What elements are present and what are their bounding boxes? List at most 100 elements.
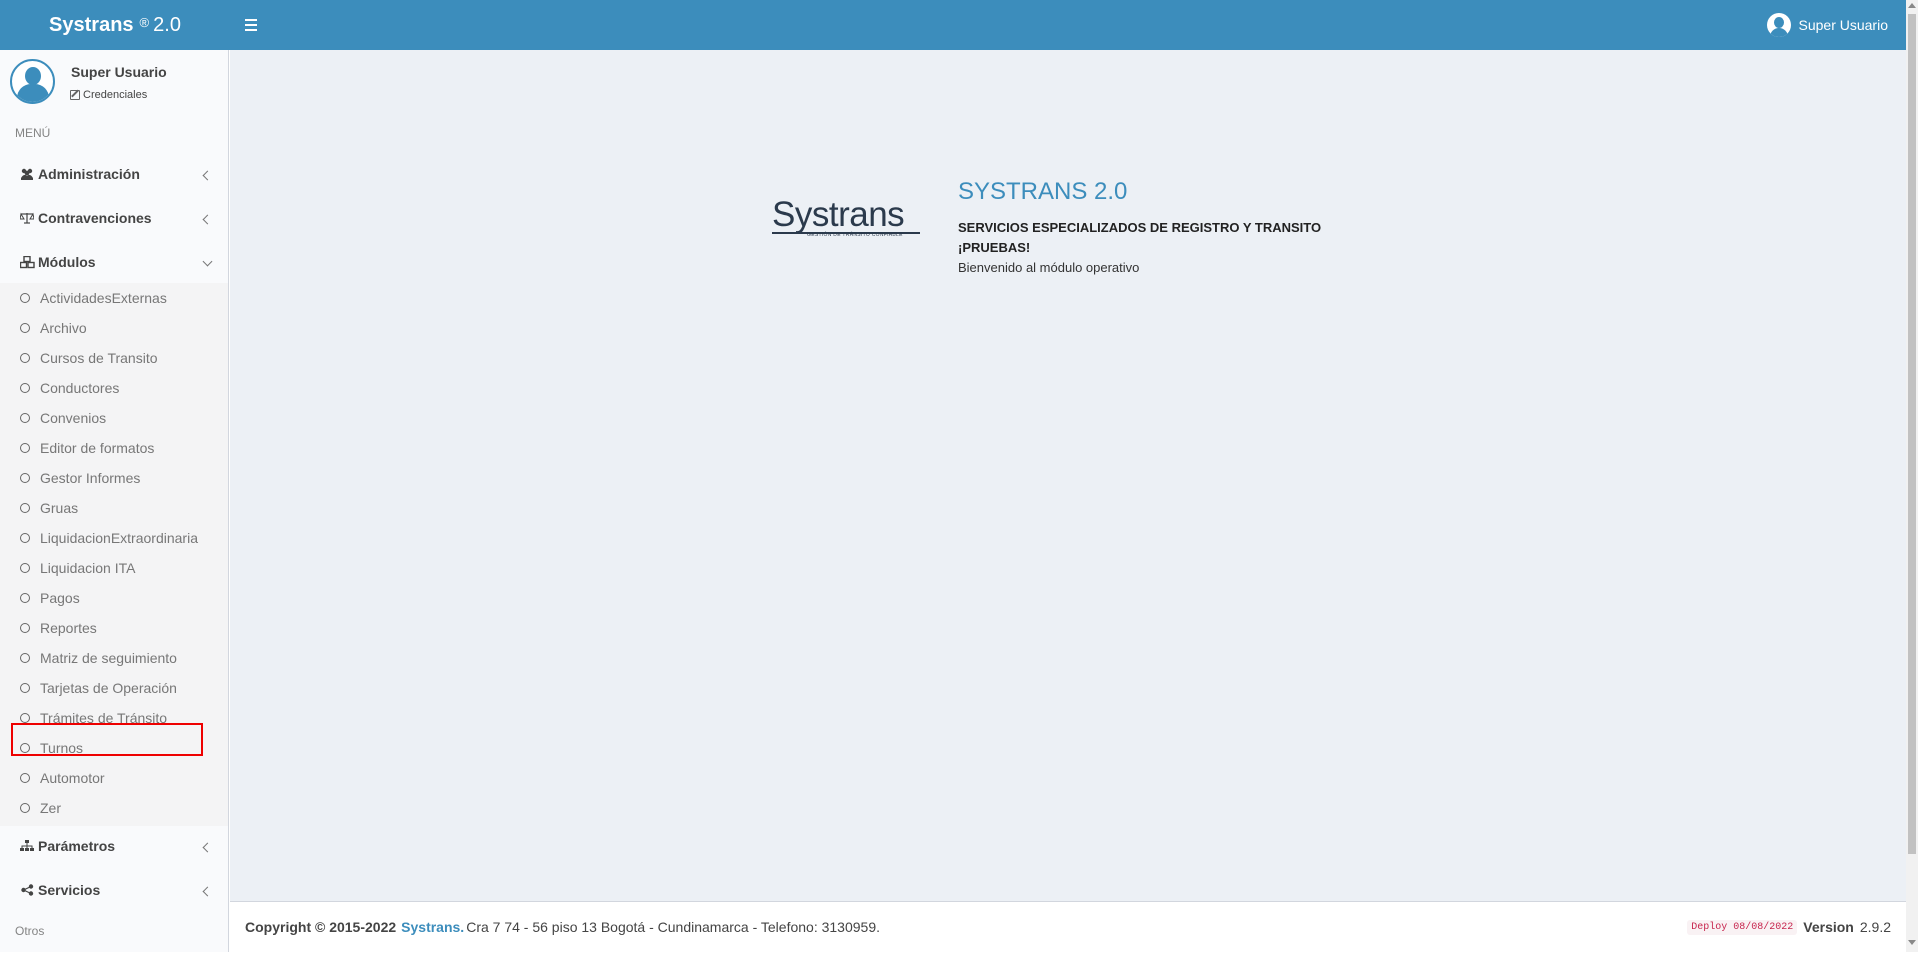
submenu-item[interactable]: Conductores (0, 373, 228, 403)
submenu-item-label: Pagos (40, 590, 80, 606)
logo-registered-mark: ® (139, 14, 150, 30)
sidebar-item-label: Servicios (38, 882, 101, 898)
sidebar-item-label: Administración (38, 166, 140, 182)
logo-wordmark: Systrans (772, 195, 905, 234)
footer-brand-link[interactable]: Systrans. (401, 919, 464, 935)
cubes-icon (18, 255, 36, 269)
user-menu-name: Super Usuario (1798, 17, 1889, 33)
submenu-item[interactable]: Gruas (0, 493, 228, 523)
sidebar-item-servicios[interactable]: Servicios (0, 868, 228, 912)
credentials-link[interactable]: Credenciales (70, 89, 147, 101)
circle-icon (20, 353, 30, 363)
circle-icon (20, 803, 30, 813)
footer-address: Cra 7 74 - 56 piso 13 Bogotá - Cundinama… (466, 919, 880, 935)
sidebar-item-label: Contravenciones (38, 210, 152, 226)
page-title: SYSTRANS 2.0 (958, 178, 1128, 205)
chevron-left-icon (202, 168, 213, 182)
credentials-label: Credenciales (83, 89, 148, 101)
submenu-item-label: Archivo (40, 320, 87, 336)
scroll-up-icon[interactable] (1908, 3, 1916, 8)
submenu-item[interactable]: Gestor Informes (0, 463, 228, 493)
circle-icon (20, 623, 30, 633)
submenu-item[interactable]: Convenios (0, 403, 228, 433)
circle-icon (20, 383, 30, 393)
sidebar-item-label: Parámetros (38, 838, 116, 854)
sidebar-item-administracion[interactable]: Administración (0, 152, 228, 196)
logo-bold-text: Systrans (49, 13, 134, 36)
chevron-left-icon (202, 840, 213, 854)
logo-version-text: 2.0 (153, 13, 181, 36)
sidebar: Super Usuario Credenciales MENÚ Administ… (0, 50, 229, 952)
submenu-item-label: Matriz de seguimiento (40, 650, 177, 666)
submenu-item[interactable]: Cursos de Transito (0, 343, 228, 373)
main-content: Systrans GESTIÓN DE TRÁNSITO CONFIABLE S… (230, 50, 1906, 901)
submenu-item[interactable]: Archivo (0, 313, 228, 343)
sidebar-item-parametros[interactable]: Parámetros (0, 824, 228, 868)
submenu-item-label: Liquidacion ITA (40, 560, 136, 576)
submenu-item-label: Editor de formatos (40, 440, 155, 456)
submenu-item[interactable]: Pagos (0, 583, 228, 613)
submenu-item[interactable]: Reportes (0, 613, 228, 643)
vertical-scrollbar[interactable] (1906, 0, 1918, 952)
top-navbar: Systrans ® 2.0 Super Usuario (0, 0, 1906, 50)
user-panel-name: Super Usuario (71, 64, 167, 80)
submenu-item-label: Convenios (40, 410, 107, 426)
submenu-item[interactable]: Automotor (0, 763, 228, 793)
submenu-item[interactable]: LiquidacionExtraordinaria (0, 523, 228, 553)
submenu-item-label: Gruas (40, 500, 79, 516)
submenu-item[interactable]: Liquidacion ITA (0, 553, 228, 583)
submenu-item[interactable]: Matriz de seguimiento (0, 643, 228, 673)
circle-icon (20, 323, 30, 333)
submenu-item-label: Gestor Informes (40, 470, 141, 486)
circle-icon (20, 653, 30, 663)
submenu-item[interactable]: Zer (0, 793, 228, 823)
submenu-item-label: Reportes (40, 620, 97, 636)
chevron-down-icon (202, 254, 213, 268)
hamburger-icon[interactable] (240, 14, 262, 36)
share-icon (18, 883, 36, 897)
circle-icon (20, 683, 30, 693)
circle-icon (20, 413, 30, 423)
circle-icon (20, 773, 30, 783)
submenu-item-label: Zer (40, 800, 61, 816)
selection-highlight-box (11, 723, 203, 756)
deploy-badge: Deploy 08/08/2022 (1687, 919, 1798, 935)
scroll-thumb[interactable] (1908, 14, 1916, 854)
submenu-item-label: ActividadesExternas (40, 290, 167, 306)
submenu-item-tarjetas-de-operacion[interactable]: Tarjetas de Operación (0, 673, 228, 703)
sidebar-item-contravenciones[interactable]: Contravenciones (0, 196, 228, 240)
scale-icon (18, 211, 36, 225)
submenu-item-label: Cursos de Transito (40, 350, 158, 366)
footer-version-block: Deploy 08/08/2022 Version 2.9.2 (1687, 919, 1891, 935)
edit-icon (70, 90, 80, 100)
submenu-item[interactable]: Editor de formatos (0, 433, 228, 463)
circle-icon (20, 503, 30, 513)
chevron-left-icon (202, 212, 213, 226)
footer-copyright: Copyright © 2015-2022 (245, 919, 397, 935)
user-avatar (10, 59, 55, 104)
submenu-item-label: LiquidacionExtraordinaria (40, 530, 198, 546)
submenu-item[interactable]: ActividadesExternas (0, 283, 228, 313)
circle-icon (20, 593, 30, 603)
user-panel: Super Usuario Credenciales (0, 50, 228, 125)
menu-header: MENÚ (15, 126, 51, 140)
user-avatar-icon (1766, 13, 1791, 37)
circle-icon (20, 473, 30, 483)
app-logo[interactable]: Systrans ® 2.0 (0, 0, 230, 50)
chevron-left-icon (202, 884, 213, 898)
submenu-item-label: Conductores (40, 380, 120, 396)
footer: Copyright © 2015-2022 Systrans. Cra 7 74… (230, 901, 1906, 952)
welcome-subtitle: SERVICIOS ESPECIALIZADOS DE REGISTRO Y T… (958, 220, 1322, 235)
logo-tagline: GESTIÓN DE TRÁNSITO CONFIABLE (807, 232, 903, 238)
version-number: 2.9.2 (1859, 919, 1891, 935)
systrans-logo: Systrans GESTIÓN DE TRÁNSITO CONFIABLE (772, 195, 922, 238)
circle-icon (20, 713, 30, 723)
otros-header: Otros (15, 924, 45, 938)
version-label: Version (1803, 919, 1854, 935)
scroll-down-icon[interactable] (1908, 940, 1916, 945)
environment-label: ¡PRUEBAS! (958, 240, 1031, 255)
sidebar-item-modulos[interactable]: Módulos (0, 240, 228, 284)
user-menu[interactable]: Super Usuario (1766, 0, 1889, 50)
welcome-message: Bienvenido al módulo operativo (958, 260, 1140, 275)
submenu-item-label: Tarjetas de Operación (40, 680, 177, 696)
